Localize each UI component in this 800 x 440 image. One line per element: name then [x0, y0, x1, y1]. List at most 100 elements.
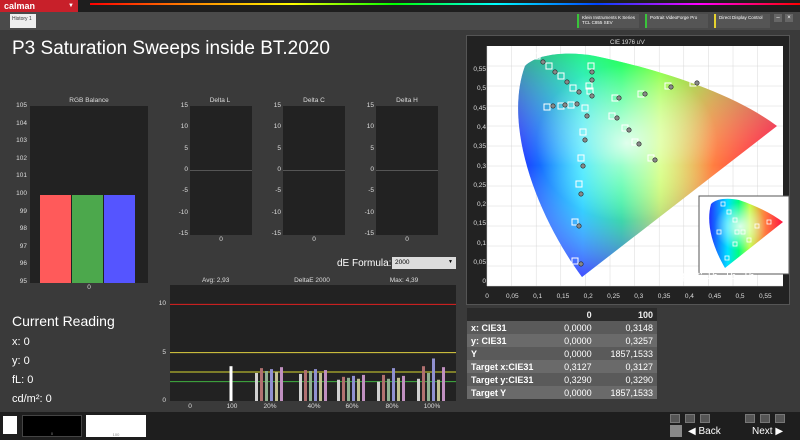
back-button[interactable]: ◀ Back	[688, 426, 721, 439]
reading-cdm2: cd/m²: 0	[12, 393, 52, 405]
color-swatch-white-small[interactable]	[3, 416, 17, 434]
y-tick-label: 0	[184, 165, 188, 173]
back-arrow-icon: ◀	[688, 426, 699, 437]
red-bar	[40, 195, 71, 283]
de-bar	[382, 374, 385, 401]
swatch-100[interactable]: 100	[86, 415, 146, 437]
device-source-name: Portrait VideoForge Pro	[650, 15, 698, 20]
y-tick-label: -10	[364, 208, 374, 216]
table-row: Target y:CIE31 0,3290 0,3290	[467, 373, 657, 386]
minimize-button[interactable]: –	[774, 14, 782, 22]
measured-marker	[584, 113, 590, 119]
delta-l-title: Delta L	[209, 97, 231, 104]
logo-text: calman	[4, 1, 36, 11]
de-bar	[357, 378, 360, 401]
y-tick-label: 10	[180, 123, 188, 131]
de-bar	[397, 377, 400, 401]
delta-h-x-label: 0	[405, 236, 409, 243]
de-bar	[299, 373, 302, 401]
y-tick-label: -5	[275, 187, 281, 195]
measured-marker	[694, 80, 700, 86]
y-tick-label: 96	[19, 260, 27, 268]
cie-diagram-svg	[486, 46, 790, 287]
y-tick-label: 5	[370, 144, 374, 152]
toolbar-button[interactable]	[775, 414, 785, 423]
next-button[interactable]: Next ▶	[752, 426, 783, 439]
y-tick-label: 99	[19, 207, 27, 215]
swatch-0-label: 0	[50, 431, 54, 436]
de-bar	[377, 381, 380, 401]
de-bar	[362, 374, 365, 401]
readings-table: 0 100 x: CIE31 0,0000 0,3148 y: CIE31 0,000…	[467, 308, 657, 399]
x-tick-label: 0,55	[758, 293, 772, 300]
delta-h-panel	[376, 106, 438, 235]
de-bar	[427, 372, 430, 401]
page-title: P3 Saturation Sweeps inside BT.2020	[12, 38, 330, 59]
close-button[interactable]: ×	[785, 14, 793, 22]
chevron-down-icon: ▼	[448, 259, 453, 265]
table-header: 0	[552, 308, 596, 321]
reading-x: x: 0	[12, 336, 30, 348]
next-label: Next	[752, 426, 773, 437]
table-header	[467, 308, 553, 321]
device-source[interactable]: Portrait VideoForge Pro	[645, 14, 708, 28]
y-tick-label: 5	[277, 144, 281, 152]
de-formula-select[interactable]: 2000 ▼	[392, 257, 456, 269]
y-tick-label: 97	[19, 242, 27, 250]
y-tick-label: 102	[16, 154, 27, 162]
y-tick-label: -15	[364, 229, 374, 237]
tab-history[interactable]: History 1	[10, 14, 36, 28]
y-tick-label: 0	[277, 165, 281, 173]
de-max: Max: 4,39	[389, 277, 419, 284]
y-tick-label: 5	[184, 144, 188, 152]
x-tick-label: 40%	[307, 403, 321, 410]
cie-title: CIE 1976 u'v'	[610, 40, 646, 46]
measured-marker	[589, 77, 595, 83]
de-bar	[442, 367, 445, 401]
y-tick-label: 0	[482, 278, 486, 286]
y-tick-label: -5	[182, 187, 188, 195]
toolbar-button[interactable]	[670, 414, 680, 423]
y-tick-label: 0,35	[473, 143, 486, 151]
reading-fl: fL: 0	[12, 374, 34, 386]
de-bar	[437, 379, 440, 401]
y-tick-label: 0,05	[473, 259, 486, 266]
device-display[interactable]: Direct Display Control	[714, 14, 770, 28]
de-bar	[314, 369, 317, 401]
x-tick-label: 0,35	[657, 293, 671, 300]
calman-logo-button[interactable]: calman ▼	[0, 0, 78, 12]
toolbar-button[interactable]	[745, 414, 755, 423]
measured-marker	[589, 93, 595, 99]
x-tick-label: 0,25	[607, 293, 620, 300]
table-row: Target x:CIE31 0,3127 0,3127	[467, 360, 657, 373]
rainbow-strip	[90, 3, 800, 5]
reading-y: y: 0	[12, 355, 30, 367]
toolbar-button[interactable]	[685, 414, 695, 423]
measured-marker	[564, 79, 570, 85]
x-tick-label: 0,45	[708, 293, 722, 300]
de-avg: Avg: 2,93	[202, 277, 230, 284]
back-label: Back	[698, 426, 721, 437]
x-tick-label: 80%	[385, 403, 399, 410]
device-meter[interactable]: Klein Instruments K Series TCL C855 SEV	[577, 14, 639, 28]
x-tick-label: 0,15	[556, 293, 570, 300]
y-tick-label: 105	[16, 102, 27, 109]
capture-icon[interactable]	[670, 425, 682, 437]
toolbar-button[interactable]	[760, 414, 770, 423]
measured-marker	[576, 223, 582, 229]
delta-h-title: Delta H	[396, 97, 418, 104]
swatch-0[interactable]: 0	[22, 415, 82, 437]
y-tick-label: -10	[178, 208, 188, 216]
de-bar	[337, 379, 340, 401]
next-arrow-icon: ▶	[772, 426, 784, 437]
y-tick-label: 101	[16, 172, 27, 180]
delta-c-panel	[283, 106, 345, 235]
de-bar	[304, 370, 307, 401]
y-tick-label: 0,55	[473, 66, 486, 73]
de-bar	[229, 366, 233, 401]
green-bar	[72, 195, 103, 283]
de-formula-label: dE Formula:	[337, 258, 392, 269]
y-tick-label: 0,3	[476, 162, 486, 170]
de-chart-title: DeltaE 2000	[294, 277, 330, 284]
toolbar-button[interactable]	[700, 414, 710, 423]
